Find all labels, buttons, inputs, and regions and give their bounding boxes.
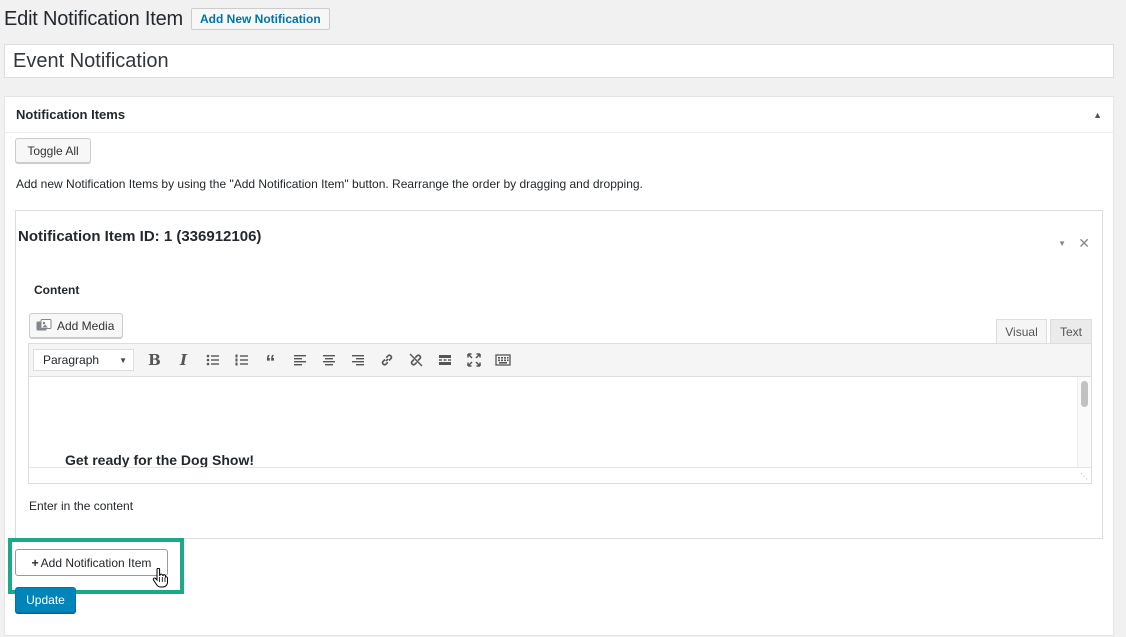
item-close-icon[interactable]: ✕ bbox=[1078, 235, 1090, 252]
hand-pointer-icon bbox=[152, 568, 168, 588]
scrollbar-thumb[interactable] bbox=[1081, 381, 1088, 407]
editor-content-heading[interactable]: Get ready for the Dog Show! bbox=[65, 452, 254, 467]
align-right-icon[interactable] bbox=[345, 348, 370, 372]
notification-item-title[interactable]: Notification Item ID: 1 (336912106) bbox=[18, 228, 261, 245]
read-more-icon[interactable] bbox=[432, 348, 457, 372]
format-select[interactable]: Paragraph ▼ bbox=[33, 349, 134, 371]
link-icon[interactable] bbox=[374, 348, 399, 372]
metabox-header[interactable]: Notification Items ▲ bbox=[5, 97, 1113, 133]
content-label: Content bbox=[34, 283, 80, 297]
metabox-help-text: Add new Notification Items by using the … bbox=[16, 177, 643, 191]
content-editor: Paragraph ▼ B I “ Get ready for the Dog … bbox=[28, 343, 1092, 484]
tab-visual[interactable]: Visual bbox=[996, 319, 1047, 343]
blockquote-icon[interactable]: “ bbox=[258, 348, 283, 373]
plus-icon: + bbox=[31, 555, 39, 570]
page-header: Edit Notification Item Add New Notificat… bbox=[4, 6, 330, 32]
chevron-down-icon: ▼ bbox=[119, 355, 127, 365]
bullet-list-icon[interactable] bbox=[200, 348, 225, 372]
page-title: Edit Notification Item bbox=[4, 7, 184, 30]
item-toggle-arrow-icon[interactable]: ▼ bbox=[1058, 239, 1066, 248]
media-icon bbox=[36, 318, 52, 330]
fullscreen-icon[interactable] bbox=[461, 348, 486, 372]
toolbar-toggle-icon[interactable] bbox=[490, 348, 515, 372]
numbered-list-icon[interactable] bbox=[229, 348, 254, 372]
format-select-value: Paragraph bbox=[43, 353, 100, 367]
editor-scrollbar[interactable] bbox=[1077, 377, 1091, 467]
editor-toolbar: Paragraph ▼ B I “ bbox=[29, 344, 1091, 377]
content-field-description: Enter in the content bbox=[29, 499, 134, 513]
metabox-title: Notification Items bbox=[16, 107, 126, 122]
add-notification-item-button[interactable]: + Add Notification Item bbox=[15, 549, 168, 576]
add-media-label: Add Media bbox=[57, 318, 115, 333]
post-title-input[interactable]: Event Notification bbox=[4, 44, 1114, 78]
align-left-icon[interactable] bbox=[287, 348, 312, 372]
editor-content-area[interactable]: Get ready for the Dog Show! bbox=[29, 377, 1091, 467]
align-center-icon[interactable] bbox=[316, 348, 341, 372]
add-new-notification-button[interactable]: Add New Notification bbox=[191, 8, 330, 30]
tab-text[interactable]: Text bbox=[1050, 319, 1092, 343]
notification-item[interactable]: Notification Item ID: 1 (336912106) ▼ ✕ … bbox=[15, 210, 1103, 539]
resize-handle-icon[interactable]: ⋱ bbox=[1080, 472, 1088, 481]
add-media-button[interactable]: Add Media bbox=[29, 313, 124, 338]
toggle-all-button[interactable]: Toggle All bbox=[15, 138, 91, 163]
unlink-icon[interactable] bbox=[403, 348, 428, 372]
bold-icon[interactable]: B bbox=[142, 348, 167, 372]
italic-icon[interactable]: I bbox=[171, 348, 196, 372]
editor-status-bar: ⋱ bbox=[29, 467, 1091, 483]
add-notification-item-label: Add Notification Item bbox=[40, 555, 152, 570]
update-button[interactable]: Update bbox=[15, 587, 76, 613]
collapse-arrow-icon[interactable]: ▲ bbox=[1093, 110, 1102, 120]
